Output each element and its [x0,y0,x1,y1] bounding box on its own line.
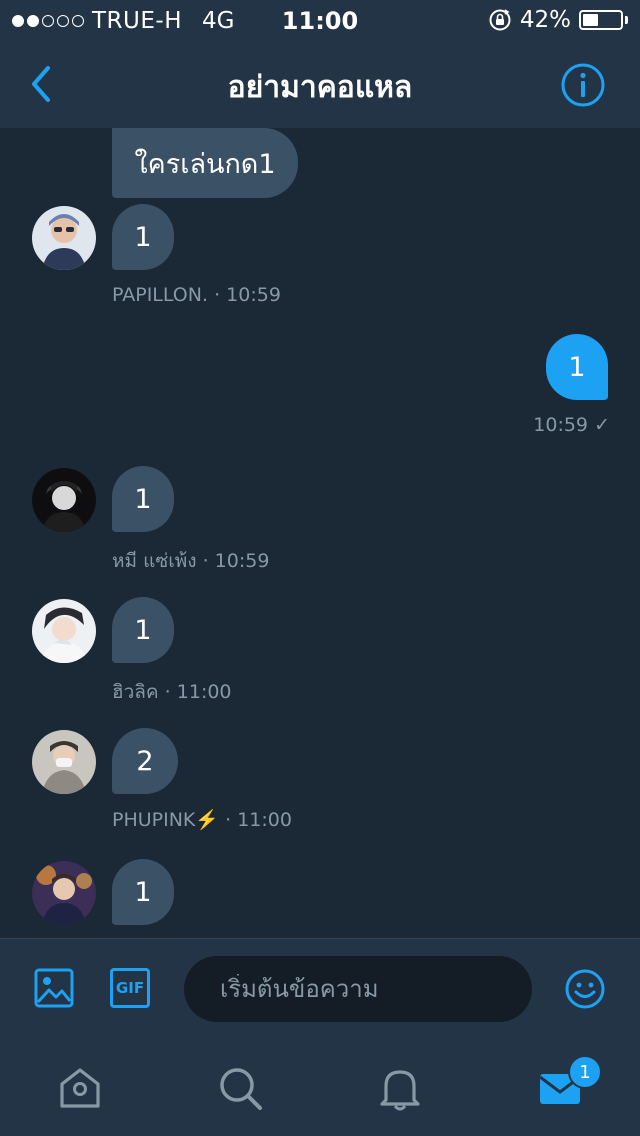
meta-separator: · [202,550,209,572]
avatar[interactable] [32,599,96,663]
message-bubble[interactable]: 1 [112,597,174,663]
avatar-image [32,861,96,925]
message-text: 1 [134,221,152,253]
sender-name: PHUPINK⚡️ [112,809,220,831]
avatar[interactable] [32,730,96,794]
chevron-left-icon[interactable] [22,62,62,106]
messages-badge: 1 [568,1055,602,1089]
sender-name: PAPILLON. [112,284,209,306]
message-meta: หมี แซ่เพ้ง · 10:59 [112,546,269,576]
message-bubble[interactable]: 2 [112,728,178,794]
message-text: 1 [134,876,152,908]
home-icon[interactable] [54,1062,106,1114]
status-right: 42% [488,7,628,33]
message-meta: PHUPINK⚡️ · 11:00 [112,808,292,831]
battery-nub [625,16,628,24]
battery-icon [579,10,623,30]
message-text: 1 [134,483,152,515]
avatar-image [32,206,96,270]
message-time: 11:00 [176,681,232,703]
image-icon[interactable] [34,968,74,1008]
sender-name: ฮิวลิค [112,681,159,703]
avatar-image [32,468,96,532]
message-time: 10:59 [214,550,270,572]
meta-separator: · [225,809,232,831]
message-text: 1 [568,351,586,383]
smiley-icon[interactable] [564,968,606,1010]
message-input-container[interactable] [184,956,532,1022]
message-time: 10:59 [226,284,281,306]
message-text: 1 [134,614,152,646]
conversation-title[interactable]: อย่ามาคอแหล [120,64,520,111]
status-bar: TRUE-H 4G 11:00 42% [0,0,640,42]
avatar[interactable] [32,468,96,532]
search-icon[interactable] [214,1062,266,1114]
battery-percent: 42% [519,7,571,33]
checkmark-icon: ✓ [594,414,610,436]
gif-label: GIF [115,979,145,997]
bell-icon[interactable] [374,1062,426,1114]
meta-separator: · [214,284,221,306]
message-input[interactable] [218,974,512,1004]
avatar[interactable] [32,206,96,270]
message-time: 11:00 [237,809,292,831]
sent-message-meta: 10:59 ✓ [510,414,610,436]
rotation-lock-icon [489,9,511,31]
avatar[interactable] [32,861,96,925]
message-bubble[interactable]: ใครเล่นกด1 [112,128,298,198]
message-meta: ฮิวลิค · 11:00 [112,677,232,707]
message-bubble[interactable]: 1 [112,204,174,270]
message-bubble[interactable]: 1 [112,466,174,532]
meta-separator: · [164,681,171,703]
sender-name: หมี แซ่เพ้ง [112,550,197,572]
message-text: ใครเล่นกด1 [134,148,276,180]
message-meta: PAPILLON. · 10:59 [112,284,281,306]
gif-button[interactable]: GIF [110,968,150,1008]
sent-message-bubble[interactable]: 1 [546,334,608,400]
message-text: 2 [136,745,154,777]
message-time: 10:59 [533,414,589,436]
avatar-image [32,730,96,794]
message-bubble[interactable]: 1 [112,859,174,925]
info-icon[interactable] [560,62,606,108]
avatar-image [32,599,96,663]
